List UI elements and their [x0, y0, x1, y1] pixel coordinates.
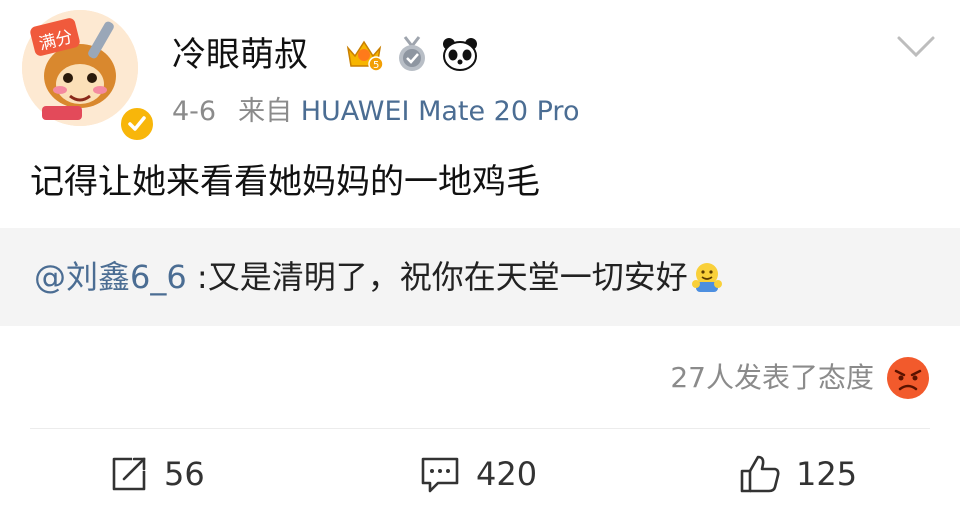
source-device[interactable]: HUAWEI Mate 20 Pro — [301, 96, 580, 127]
svg-text:5: 5 — [373, 60, 379, 71]
like-icon — [740, 455, 780, 493]
angry-emoji-icon — [887, 357, 929, 399]
repost-count: 56 — [164, 455, 205, 493]
repost-icon — [112, 457, 146, 491]
avatar[interactable]: 满分 — [22, 10, 156, 143]
comment-button[interactable]: 420 — [418, 446, 537, 502]
author-name[interactable]: 冷眼萌叔 — [172, 32, 308, 78]
repost-separator: : — [186, 258, 208, 296]
source-prefix: 来自 — [238, 96, 293, 127]
reactions-summary[interactable]: 27人发表了态度 — [670, 356, 930, 400]
action-bar: 56 420 125 — [0, 446, 960, 502]
repost-text-line: @刘鑫6_6 :又是清明了，祝你在天堂一切安好 — [34, 254, 724, 300]
repost-text: 又是清明了，祝你在天堂一切安好 — [207, 258, 688, 296]
repost-box[interactable]: @刘鑫6_6 :又是清明了，祝你在天堂一切安好 — [0, 228, 960, 326]
reactions-label: 27人发表了态度 — [670, 361, 874, 394]
vip-crown-icon[interactable]: 5 — [344, 34, 384, 74]
post-text: 记得让她来看看她妈妈的一地鸡毛 — [30, 162, 540, 202]
post-meta: 4-6 来自 HUAWEI Mate 20 Pro — [172, 94, 579, 130]
chevron-down-icon[interactable] — [896, 34, 936, 60]
avatar-icon: 满分 — [22, 10, 138, 126]
post-date: 4-6 — [172, 96, 217, 127]
hug-emoji-icon — [691, 263, 722, 292]
badge-row: 5 — [344, 34, 480, 74]
like-button[interactable]: 125 — [738, 446, 857, 502]
like-count: 125 — [796, 455, 858, 493]
comment-icon — [421, 457, 459, 493]
repost-mention[interactable]: @刘鑫6_6 — [34, 258, 187, 296]
repost-button[interactable]: 56 — [108, 446, 205, 502]
divider — [30, 428, 930, 429]
verified-icon — [118, 105, 156, 143]
panda-icon[interactable] — [440, 34, 480, 74]
comment-count: 420 — [476, 455, 538, 493]
medal-icon[interactable] — [392, 34, 432, 74]
